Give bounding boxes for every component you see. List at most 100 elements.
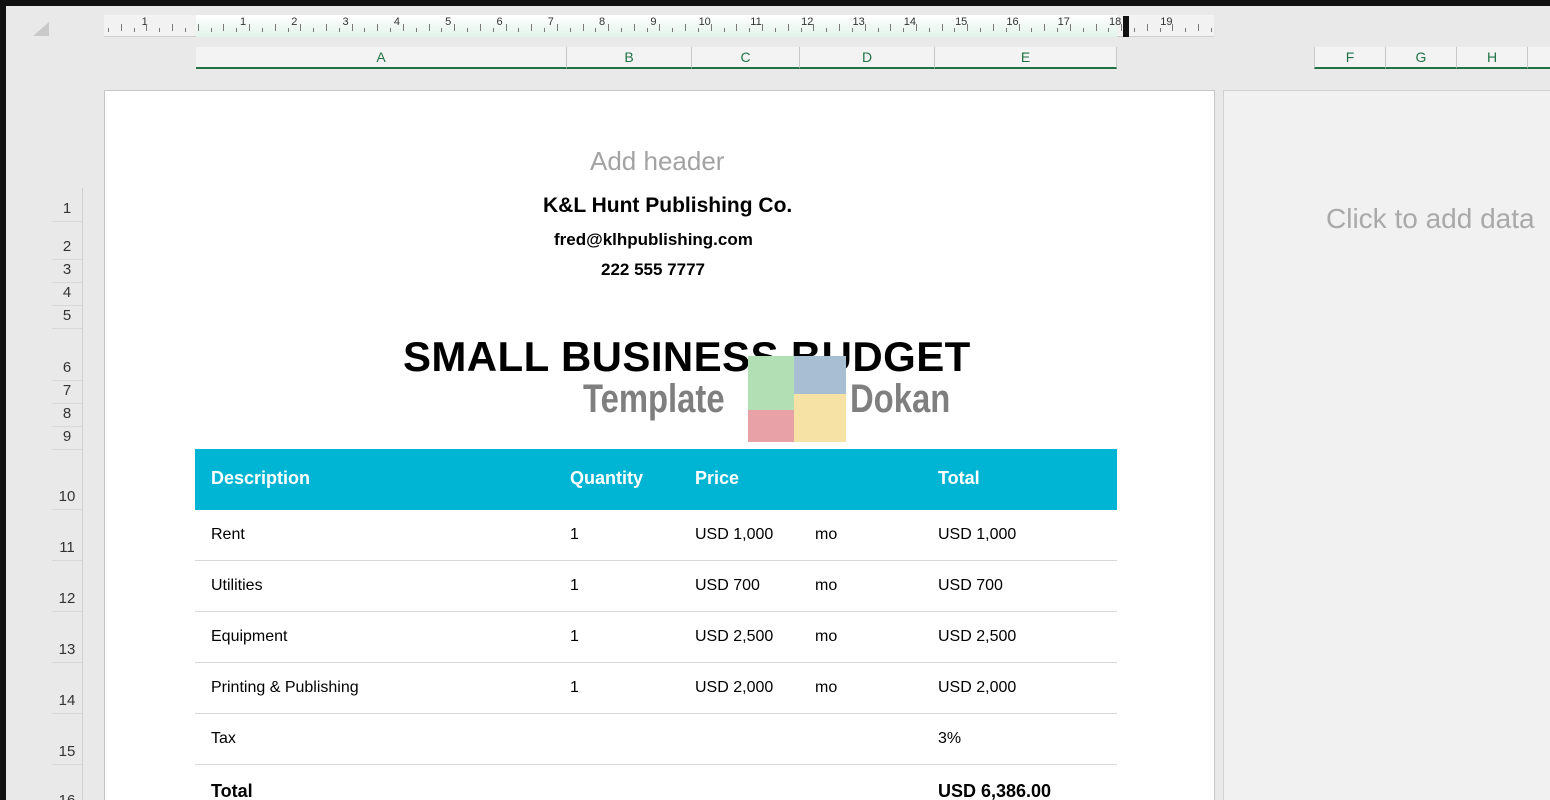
cell-quantity[interactable]: 1 <box>570 526 579 544</box>
row-header-12[interactable]: 12 <box>52 590 82 612</box>
company-name[interactable]: K&L Hunt Publishing Co. <box>543 194 792 218</box>
cell-unit[interactable]: mo <box>815 577 837 595</box>
ruler-tick <box>1211 28 1212 32</box>
ruler-tick <box>890 24 891 31</box>
cell-price[interactable]: USD 700 <box>695 577 760 595</box>
total-value[interactable]: USD 6,386.00 <box>938 781 1051 800</box>
column-header-h[interactable]: H <box>1457 47 1528 69</box>
ruler-tick <box>429 24 430 31</box>
column-header-c[interactable]: C <box>692 47 800 69</box>
header-quantity[interactable]: Quantity <box>570 468 643 489</box>
ruler-number: 16 <box>1006 16 1019 28</box>
cell-total[interactable]: 3% <box>938 730 961 748</box>
watermark-square-blue <box>794 356 846 394</box>
ruler-tick <box>172 24 173 31</box>
ruler-tick <box>1108 28 1109 32</box>
row-header-2[interactable]: 2 <box>52 238 82 260</box>
header-price[interactable]: Price <box>695 468 739 489</box>
ruler-tick <box>1198 24 1199 31</box>
row-header-4[interactable]: 4 <box>52 284 82 306</box>
ruler-tick <box>198 24 199 31</box>
header-description[interactable]: Description <box>211 468 310 489</box>
table-row: Tax 3% <box>195 714 1117 765</box>
budget-title[interactable]: SMALL BUSINESS BUDGET <box>403 333 971 381</box>
ruler-tick <box>288 28 289 32</box>
ruler-tick <box>146 24 147 31</box>
total-label[interactable]: Total <box>211 781 253 800</box>
row-header-13[interactable]: 13 <box>52 641 82 663</box>
window-edge-top <box>6 0 1550 6</box>
row-header-9[interactable]: 9 <box>52 428 82 450</box>
table-row: Printing & Publishing 1 USD 2,000 mo USD… <box>195 663 1117 714</box>
row-header-14[interactable]: 14 <box>52 692 82 714</box>
cell-total[interactable]: USD 2,000 <box>938 679 1016 697</box>
row-header-3[interactable]: 3 <box>52 261 82 283</box>
cell-quantity[interactable]: 1 <box>570 628 579 646</box>
cell-description[interactable]: Printing & Publishing <box>211 679 359 697</box>
column-header-a[interactable]: A <box>196 47 567 69</box>
cell-description[interactable]: Tax <box>211 730 236 748</box>
ruler-tick <box>942 24 943 31</box>
cell-quantity[interactable]: 1 <box>570 577 579 595</box>
ruler-tick <box>134 28 135 32</box>
ruler-tick <box>724 28 725 32</box>
ruler-tick <box>377 24 378 31</box>
column-header-g[interactable]: G <box>1386 47 1457 69</box>
ruler-number: 1 <box>239 16 247 28</box>
row-header-15[interactable]: 15 <box>52 743 82 765</box>
column-header-d[interactable]: D <box>800 47 935 69</box>
row-header-8[interactable]: 8 <box>52 405 82 427</box>
cell-total[interactable]: USD 1,000 <box>938 526 1016 544</box>
ruler-tick <box>788 24 789 31</box>
cell-price[interactable]: USD 2,000 <box>695 679 773 697</box>
cell-description[interactable]: Equipment <box>211 628 288 646</box>
ruler-tick <box>775 28 776 32</box>
ruler-tick <box>1044 24 1045 31</box>
ruler-tick <box>583 24 584 31</box>
cell-total[interactable]: USD 2,500 <box>938 628 1016 646</box>
cell-unit[interactable]: mo <box>815 628 837 646</box>
column-header-b[interactable]: B <box>567 47 692 69</box>
row-header-1[interactable]: 1 <box>52 200 82 222</box>
ruler-tick <box>685 24 686 31</box>
ruler-tick <box>672 28 673 32</box>
table-row: Equipment 1 USD 2,500 mo USD 2,500 <box>195 612 1117 663</box>
cell-unit[interactable]: mo <box>815 526 837 544</box>
ruler-tick <box>493 28 494 32</box>
row-header-7[interactable]: 7 <box>52 382 82 404</box>
ruler-tick <box>595 28 596 32</box>
cell-description[interactable]: Rent <box>211 526 245 544</box>
side-page[interactable] <box>1223 90 1550 800</box>
header-total[interactable]: Total <box>938 468 980 489</box>
row-header-16[interactable]: 16 <box>52 792 82 800</box>
company-phone[interactable]: 222 555 7777 <box>601 260 705 280</box>
ruler-tick <box>826 28 827 32</box>
ruler-number: 5 <box>445 16 452 28</box>
column-header-e[interactable]: E <box>935 47 1117 69</box>
row-header-6[interactable]: 6 <box>52 359 82 381</box>
company-email[interactable]: fred@klhpublishing.com <box>554 230 753 250</box>
column-header-f[interactable]: F <box>1314 47 1386 69</box>
cell-price[interactable]: USD 2,500 <box>695 628 773 646</box>
cell-unit[interactable]: mo <box>815 679 837 697</box>
ruler-tick <box>223 24 224 31</box>
cell-total[interactable]: USD 700 <box>938 577 1003 595</box>
ruler-tick <box>1147 24 1148 31</box>
row-header-10[interactable]: 10 <box>52 488 82 510</box>
cell-quantity[interactable]: 1 <box>570 679 579 697</box>
cell-price[interactable]: USD 1,000 <box>695 526 773 544</box>
select-all-button[interactable] <box>33 22 49 36</box>
table-row: Rent 1 USD 1,000 mo USD 1,000 <box>195 510 1117 561</box>
ruler-tick <box>1096 24 1097 31</box>
ruler-tick <box>929 28 930 32</box>
click-to-add-data[interactable]: Click to add data <box>1326 203 1535 235</box>
cell-description[interactable]: Utilities <box>211 577 263 595</box>
row-header-5[interactable]: 5 <box>52 307 82 329</box>
ruler-tick <box>801 28 802 32</box>
ruler-margin-marker[interactable] <box>1123 16 1129 37</box>
column-header-next[interactable] <box>1528 47 1550 69</box>
watermark-square-yellow <box>794 394 846 442</box>
row-header-11[interactable]: 11 <box>52 539 82 561</box>
table-row: Utilities 1 USD 700 mo USD 700 <box>195 561 1117 612</box>
add-header-placeholder[interactable]: Add header <box>590 146 724 177</box>
